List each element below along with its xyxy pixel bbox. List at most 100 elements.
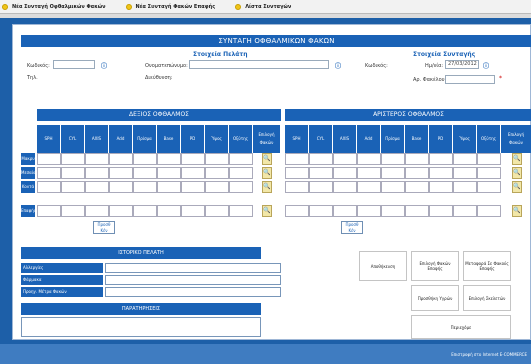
grid-input-cell[interactable] [133,167,157,179]
contents-button[interactable]: Περιεχόμε [411,315,511,339]
grid-input-cell[interactable] [157,205,181,217]
transfer-contact-button[interactable]: Μεταφορά Σε Φακούς Επαφής [463,251,511,281]
grid-input-cell[interactable] [477,181,501,193]
grid-input-cell[interactable] [37,181,61,193]
grid-input-cell[interactable] [109,181,133,193]
footer-link[interactable]: Επιστροφή στο Internet E-COMMERCE [451,352,527,357]
grid-input-cell[interactable] [477,153,501,165]
grid-input-cell[interactable] [205,153,229,165]
grid-input-cell[interactable] [357,181,381,193]
grid-input-cell[interactable] [157,167,181,179]
grid-input-cell[interactable] [109,205,133,217]
grid-input-cell[interactable] [333,153,357,165]
history-value-field[interactable] [105,263,281,273]
grid-input-cell[interactable] [205,205,229,217]
grid-input-cell[interactable] [381,167,405,179]
lens-select-icon[interactable]: 🔍 [262,153,272,165]
grid-input-cell[interactable] [333,181,357,193]
lens-select-icon[interactable]: 🔍 [512,153,522,165]
grid-input-cell[interactable] [285,181,309,193]
grid-input-cell[interactable] [357,205,381,217]
grid-input-cell[interactable] [357,153,381,165]
calendar-icon[interactable]: ⓘ [483,61,491,70]
lens-select-icon[interactable]: 🔍 [512,167,522,179]
grid-input-cell[interactable] [109,167,133,179]
grid-input-cell[interactable] [61,181,85,193]
grid-input-cell[interactable] [85,181,109,193]
grid-input-cell[interactable] [477,205,501,217]
grid-input-cell[interactable] [381,181,405,193]
grid-input-cell[interactable] [61,205,85,217]
grid-input-cell[interactable] [453,181,477,193]
grid-input-cell[interactable] [357,167,381,179]
grid-input-cell[interactable] [205,181,229,193]
grid-input-cell[interactable] [37,167,61,179]
grid-input-cell[interactable] [229,167,253,179]
grid-input-cell[interactable] [229,205,253,217]
new-contact-prescription-link[interactable]: Νέα Συνταγή Φακών Επαφής [125,3,215,10]
save-button[interactable]: Αποθήκευση [359,251,407,281]
new-eyeglass-prescription-link[interactable]: Νέα Συνταγή Οφθαλμικών Φακών [2,3,106,10]
grid-input-cell[interactable] [133,205,157,217]
grid-input-cell[interactable] [381,205,405,217]
history-value-field[interactable] [105,275,281,285]
add-prism-button-left[interactable]: Προσθ Κέν [341,221,363,234]
prescription-list-link[interactable]: Λίστα Συνταγών [235,3,291,10]
grid-input-cell[interactable] [157,153,181,165]
grid-input-cell[interactable] [37,205,61,217]
lens-select-icon[interactable]: 🔍 [512,205,522,217]
grid-input-cell[interactable] [309,153,333,165]
grid-input-cell[interactable] [309,205,333,217]
select-contact-lens-button[interactable]: Επιλογή Φακών Επαφής [411,251,459,281]
history-value-field[interactable] [105,287,281,297]
grid-input-cell[interactable] [285,153,309,165]
notes-field[interactable] [21,317,261,337]
grid-input-cell[interactable] [405,205,429,217]
grid-input-cell[interactable] [429,153,453,165]
select-frames-button[interactable]: Επιλογή Σκελετών [463,285,511,311]
grid-input-cell[interactable] [85,167,109,179]
lookup-icon[interactable]: ⓘ [101,61,109,70]
grid-input-cell[interactable] [405,167,429,179]
grid-input-cell[interactable] [61,153,85,165]
grid-input-cell[interactable] [205,167,229,179]
patient-name-input[interactable] [189,60,329,69]
grid-input-cell[interactable] [453,153,477,165]
grid-input-cell[interactable] [309,181,333,193]
grid-input-cell[interactable] [181,181,205,193]
grid-input-cell[interactable] [181,167,205,179]
grid-input-cell[interactable] [85,153,109,165]
grid-input-cell[interactable] [333,167,357,179]
grid-input-cell[interactable] [405,181,429,193]
lens-select-icon[interactable]: 🔍 [512,181,522,193]
lens-select-icon[interactable]: 🔍 [262,181,272,193]
add-prism-button-right[interactable]: Προσθ Κέν [93,221,115,234]
grid-input-cell[interactable] [309,167,333,179]
grid-input-cell[interactable] [61,167,85,179]
grid-input-cell[interactable] [405,153,429,165]
lens-select-icon[interactable]: 🔍 [262,205,272,217]
date-input[interactable]: 27/03/2012 [445,60,479,69]
grid-input-cell[interactable] [429,167,453,179]
grid-input-cell[interactable] [477,167,501,179]
grid-input-cell[interactable] [229,153,253,165]
grid-input-cell[interactable] [37,153,61,165]
grid-input-cell[interactable] [453,205,477,217]
grid-input-cell[interactable] [381,153,405,165]
grid-input-cell[interactable] [429,181,453,193]
grid-input-cell[interactable] [229,181,253,193]
lookup-icon[interactable]: ⓘ [335,61,343,70]
grid-input-cell[interactable] [181,205,205,217]
grid-input-cell[interactable] [453,167,477,179]
grid-input-cell[interactable] [109,153,133,165]
grid-input-cell[interactable] [133,153,157,165]
patient-code-input[interactable] [53,60,95,69]
grid-input-cell[interactable] [181,153,205,165]
grid-input-cell[interactable] [285,167,309,179]
lens-select-icon[interactable]: 🔍 [262,167,272,179]
grid-input-cell[interactable] [157,181,181,193]
add-solution-button[interactable]: Προσθήκη Υγρών [411,285,459,311]
grid-input-cell[interactable] [429,205,453,217]
folder-input[interactable] [445,75,495,84]
grid-input-cell[interactable] [133,181,157,193]
